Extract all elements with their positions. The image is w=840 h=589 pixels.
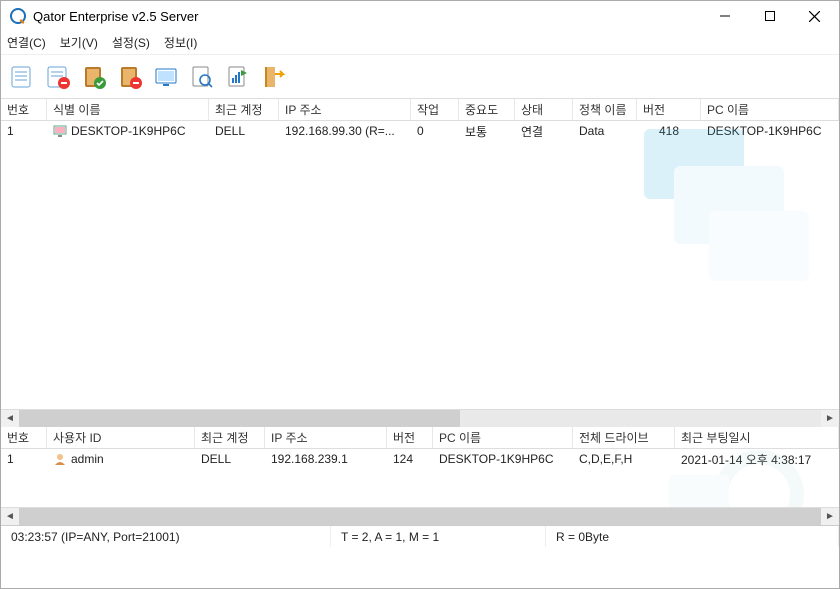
toolbar-report-button[interactable] bbox=[221, 60, 255, 94]
statusbar: 03:23:57 (IP=ANY, Port=21001) T = 2, A =… bbox=[1, 525, 839, 547]
cell-pc-name: DESKTOP-1K9HP6C bbox=[701, 124, 839, 138]
table-row[interactable]: 1 DESKTOP-1K9HP6C DELL 192.168.99.30 (R=… bbox=[1, 121, 839, 141]
cell2-drives: C,D,E,F,H bbox=[573, 452, 675, 466]
col-pc-name[interactable]: PC 이름 bbox=[701, 99, 839, 120]
cell2-last-boot: 2021-01-14 오후 4:38:17 bbox=[675, 451, 839, 468]
menu-info[interactable]: 정보(I) bbox=[164, 34, 197, 51]
col2-last-boot[interactable]: 최근 부팅일시 bbox=[675, 427, 839, 448]
col2-version[interactable]: 버전 bbox=[387, 427, 433, 448]
col2-pc-name[interactable]: PC 이름 bbox=[433, 427, 573, 448]
cell2-user-id-text: admin bbox=[71, 452, 104, 466]
users-grid: 번호 사용자 ID 최근 계정 IP 주소 버전 PC 이름 전체 드라이브 최… bbox=[1, 427, 839, 525]
col2-drives[interactable]: 전체 드라이브 bbox=[573, 427, 675, 448]
titlebar: Qator Enterprise v2.5 Server bbox=[1, 1, 839, 31]
col-status[interactable]: 상태 bbox=[515, 99, 573, 120]
cell2-user-id: admin bbox=[47, 452, 195, 466]
menu-view[interactable]: 보기(V) bbox=[60, 34, 98, 51]
toolbar-list-denied-button[interactable] bbox=[41, 60, 75, 94]
minimize-button[interactable] bbox=[702, 2, 747, 30]
status-right: R = 0Byte bbox=[546, 526, 839, 547]
cell-task: 0 bbox=[411, 124, 459, 138]
col2-user-id[interactable]: 사용자 ID bbox=[47, 427, 195, 448]
toolbar-book-ok-button[interactable] bbox=[77, 60, 111, 94]
users-hscrollbar[interactable]: ◄ ► bbox=[1, 507, 839, 525]
cell-recent-acct: DELL bbox=[209, 124, 279, 138]
toolbar bbox=[1, 55, 839, 99]
col-task[interactable]: 작업 bbox=[411, 99, 459, 120]
app-window: Qator Enterprise v2.5 Server 연결(C) 보기(V)… bbox=[0, 0, 840, 589]
col-policy[interactable]: 정책 이름 bbox=[573, 99, 637, 120]
scroll-right-icon[interactable]: ► bbox=[821, 508, 839, 525]
users-grid-header: 번호 사용자 ID 최근 계정 IP 주소 버전 PC 이름 전체 드라이브 최… bbox=[1, 427, 839, 449]
monitor-icon bbox=[53, 124, 67, 138]
cell-policy: Data bbox=[573, 124, 637, 138]
close-button[interactable] bbox=[792, 2, 837, 30]
col-recent-acct[interactable]: 최근 계정 bbox=[209, 99, 279, 120]
user-icon bbox=[53, 452, 67, 466]
window-title: Qator Enterprise v2.5 Server bbox=[33, 9, 702, 24]
machines-grid-body: 1 DESKTOP-1K9HP6C DELL 192.168.99.30 (R=… bbox=[1, 121, 839, 409]
col2-ip[interactable]: IP 주소 bbox=[265, 427, 387, 448]
toolbar-screen-button[interactable] bbox=[149, 60, 183, 94]
cell2-pc-name: DESKTOP-1K9HP6C bbox=[433, 452, 573, 466]
menu-connect[interactable]: 연결(C) bbox=[7, 34, 46, 51]
cell2-version: 124 bbox=[387, 452, 433, 466]
users-grid-body: 1 admin DELL 192.168.239.1 124 DESKTOP-1… bbox=[1, 449, 839, 507]
cell-importance: 보통 bbox=[459, 123, 515, 140]
scroll-right-icon[interactable]: ► bbox=[821, 410, 839, 427]
cell-version: 418 bbox=[637, 124, 701, 138]
cell-status: 연결 bbox=[515, 123, 573, 140]
col-version[interactable]: 버전 bbox=[637, 99, 701, 120]
col-no[interactable]: 번호 bbox=[1, 99, 47, 120]
scroll-thumb[interactable] bbox=[19, 508, 821, 525]
machines-grid: 번호 식별 이름 최근 계정 IP 주소 작업 중요도 상태 정책 이름 버전 … bbox=[1, 99, 839, 427]
toolbar-list-button[interactable] bbox=[5, 60, 39, 94]
col-id-name[interactable]: 식별 이름 bbox=[47, 99, 209, 120]
machines-hscrollbar[interactable]: ◄ ► bbox=[1, 409, 839, 427]
maximize-button[interactable] bbox=[747, 2, 792, 30]
cell2-ip: 192.168.239.1 bbox=[265, 452, 387, 466]
menubar: 연결(C) 보기(V) 설정(S) 정보(I) bbox=[1, 31, 839, 55]
watermark-icon bbox=[619, 121, 819, 291]
scroll-left-icon[interactable]: ◄ bbox=[1, 410, 19, 427]
scroll-thumb[interactable] bbox=[19, 410, 460, 427]
col-importance[interactable]: 중요도 bbox=[459, 99, 515, 120]
cell2-recent-acct: DELL bbox=[195, 452, 265, 466]
col2-recent-acct[interactable]: 최근 계정 bbox=[195, 427, 265, 448]
cell-no: 1 bbox=[1, 124, 47, 138]
status-left: 03:23:57 (IP=ANY, Port=21001) bbox=[1, 526, 331, 547]
scroll-left-icon[interactable]: ◄ bbox=[1, 508, 19, 525]
toolbar-exit-button[interactable] bbox=[257, 60, 291, 94]
status-mid: T = 2, A = 1, M = 1 bbox=[331, 526, 546, 547]
scroll-track[interactable] bbox=[19, 410, 821, 427]
cell2-no: 1 bbox=[1, 452, 47, 466]
window-controls bbox=[702, 2, 837, 30]
machines-grid-header: 번호 식별 이름 최근 계정 IP 주소 작업 중요도 상태 정책 이름 버전 … bbox=[1, 99, 839, 121]
col2-no[interactable]: 번호 bbox=[1, 427, 47, 448]
toolbar-book-denied-button[interactable] bbox=[113, 60, 147, 94]
cell-id-name-text: DESKTOP-1K9HP6C bbox=[71, 124, 186, 138]
cell-id-name: DESKTOP-1K9HP6C bbox=[47, 124, 209, 138]
toolbar-search-button[interactable] bbox=[185, 60, 219, 94]
scroll-track[interactable] bbox=[19, 508, 821, 525]
app-icon bbox=[9, 7, 27, 25]
table-row[interactable]: 1 admin DELL 192.168.239.1 124 DESKTOP-1… bbox=[1, 449, 839, 469]
col-ip[interactable]: IP 주소 bbox=[279, 99, 411, 120]
cell-ip: 192.168.99.30 (R=... bbox=[279, 124, 411, 138]
menu-settings[interactable]: 설정(S) bbox=[112, 34, 150, 51]
